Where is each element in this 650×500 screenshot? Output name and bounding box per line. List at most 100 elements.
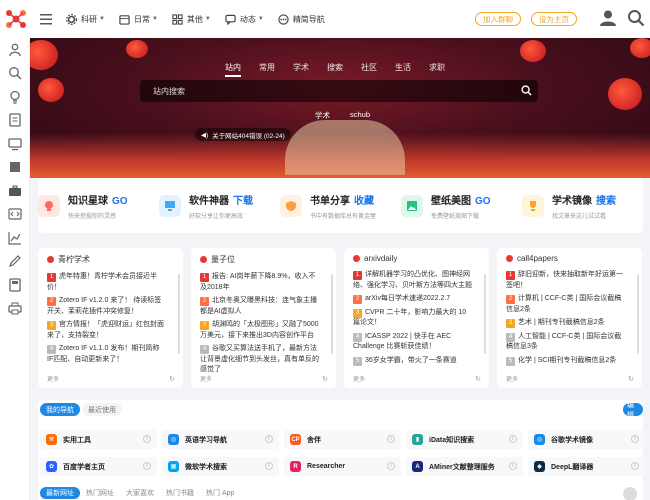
edit-button[interactable]: 编辑 [623, 402, 643, 419]
feature-knowledge[interactable]: 知识星球 GO 快来挖掘你的灵感 [38, 192, 159, 220]
more-link[interactable]: 更多 [353, 374, 365, 383]
info-icon[interactable]: i [509, 435, 517, 443]
tab-site[interactable]: 站内 [225, 62, 241, 77]
nav-item-news[interactable]: 动态 ▼ [225, 14, 264, 25]
tab-latest[interactable]: 最新网址 [40, 487, 80, 499]
link-deepl[interactable]: ◆ DeepL翻译器 i [528, 457, 645, 476]
join-group-button[interactable]: 加入群聊 [475, 12, 521, 26]
list-item[interactable]: 1 详解机器学习的凸优化、图神经网络、强化学习、贝叶斯方法等四大主题 [353, 270, 480, 291]
tab-common[interactable]: 常用 [259, 62, 275, 77]
nav-item-research[interactable]: 科研 ▼ [66, 13, 105, 25]
calculator-icon[interactable] [8, 278, 22, 292]
printer-icon[interactable] [8, 301, 22, 315]
refresh-icon[interactable]: ↻ [628, 375, 634, 383]
back-to-top-icon[interactable] [623, 487, 637, 500]
code-icon[interactable] [8, 207, 22, 221]
list-item[interactable]: 4 人工智能 | CCF-C类 | 国际会议截稿信息3条 [506, 332, 633, 353]
tab-favorites[interactable]: 大家喜欢 [120, 487, 160, 499]
feature-action[interactable]: 下载 [233, 196, 253, 207]
info-icon[interactable]: i [265, 435, 273, 443]
link-tools[interactable]: ⚒ 实用工具 i [40, 430, 157, 449]
link-baidu-scholar[interactable]: ✿ 百度学者主页 i [40, 457, 157, 476]
edit-icon[interactable] [8, 254, 22, 268]
search-icon[interactable] [8, 66, 22, 80]
search-icon[interactable] [521, 85, 532, 96]
list-item[interactable]: 1 虎年特惠！青柠学术会员接近半价！ [47, 272, 174, 293]
more-link[interactable]: 更多 [47, 374, 59, 383]
more-link[interactable]: 更多 [506, 374, 518, 383]
link-english[interactable]: ◎ 英语学习导航 i [162, 430, 279, 449]
list-item[interactable]: 5 36岁女学霸，带火了一条赛道 [353, 356, 480, 367]
list-item[interactable]: 4 Zotero IF v1.1.0 发布！期刊简称 IF匹配、自动更新来了！ [47, 344, 174, 365]
info-icon[interactable]: i [387, 462, 395, 470]
feature-action[interactable]: 收藏 [354, 196, 374, 207]
list-item[interactable]: 2 Zotero IF v1.2.0 来了！ 待读标签开关、茉莉花插件冲突修复！ [47, 296, 174, 317]
link-idata[interactable]: ▮ iData知识搜索 i [406, 430, 523, 449]
scrollbar[interactable] [484, 274, 486, 354]
refresh-icon[interactable]: ↻ [169, 375, 175, 383]
monitor-icon[interactable] [8, 137, 22, 151]
tab-hot-sites[interactable]: 热门网址 [80, 487, 120, 499]
info-icon[interactable]: i [143, 462, 151, 470]
person-icon[interactable] [8, 43, 22, 57]
info-icon[interactable]: i [631, 462, 639, 470]
list-item[interactable]: 3 CVPR 二十年，影响力最大的 10 篇论文！ [353, 308, 480, 329]
feature-action[interactable]: GO [475, 196, 491, 207]
subtag-schub[interactable]: schub [350, 110, 370, 121]
feature-booklist[interactable]: 书单分享 收藏 书中有数据库总有黄金屋 [280, 192, 401, 220]
tab-academic[interactable]: 学术 [293, 62, 309, 77]
search-icon[interactable] [627, 9, 645, 27]
list-item[interactable]: 4 谷歌又买算法送手机了，最新方法让背景虚化细节到头发丝，真有单反的感觉了 [200, 344, 327, 376]
list-item[interactable]: 3 官方情报！「虎迎财运」红包封面来了，支持裂变！ [47, 320, 174, 341]
info-icon[interactable]: i [265, 462, 273, 470]
feature-action[interactable]: 搜索 [596, 196, 616, 207]
link-shebang[interactable]: CP 舍伴 i [284, 430, 401, 449]
tab-community[interactable]: 社区 [361, 62, 377, 77]
tab-my-nav[interactable]: 我的导航 [40, 403, 80, 416]
menu-icon[interactable] [40, 12, 52, 26]
more-link[interactable]: 更多 [200, 374, 212, 383]
list-item[interactable]: 2 北京冬奥又曝黑科技：连气象主播都是AI虚拟人 [200, 296, 327, 317]
tab-jobs[interactable]: 求职 [429, 62, 445, 77]
tab-hot-books[interactable]: 热门书籍 [160, 487, 200, 499]
site-search-input[interactable]: 站内搜索 [140, 80, 538, 102]
feature-action[interactable]: GO [112, 196, 128, 207]
tab-hot-apps[interactable]: 热门 App [200, 487, 240, 499]
scrollbar[interactable] [331, 274, 333, 354]
link-researcher[interactable]: R Researcher i [284, 457, 401, 476]
link-aminer[interactable]: A AMiner文献整理服务 i [406, 457, 523, 476]
feature-wallpaper[interactable]: 壁纸美图 GO 免费壁纸美图下载 [401, 192, 522, 220]
info-icon[interactable]: i [143, 435, 151, 443]
briefcase-icon[interactable] [8, 184, 22, 198]
card-title[interactable]: 量子位 [211, 254, 235, 265]
info-icon[interactable]: i [387, 435, 395, 443]
scrollbar[interactable] [178, 274, 180, 354]
user-icon[interactable] [599, 9, 617, 27]
card-title[interactable]: arxivdaily [364, 254, 397, 263]
chart-icon[interactable] [8, 231, 22, 245]
card-title[interactable]: call4papers [517, 254, 558, 263]
info-icon[interactable]: i [509, 462, 517, 470]
list-item[interactable]: 2 arXiv每日学术速递2022.2.7 [353, 294, 480, 305]
nav-item-daily[interactable]: 日常 ▼ [119, 14, 158, 25]
card-title[interactable]: 青柠学术 [58, 254, 90, 265]
refresh-icon[interactable]: ↻ [322, 375, 328, 383]
set-homepage-button[interactable]: 设为主页 [531, 12, 577, 26]
list-item[interactable]: 5 化学 | SCI期刊专刊截稿信息2条 [506, 356, 633, 367]
link-ms-academic[interactable]: ▦ 微软学术搜索 i [162, 457, 279, 476]
nav-item-compact[interactable]: 精简导航 [278, 13, 325, 25]
lightbulb-icon[interactable] [8, 90, 22, 104]
link-google-scholar[interactable]: ◎ 谷歌学术镜像 i [528, 430, 645, 449]
notice-bar[interactable]: ◀) 关于网站404错误 (02-24) [195, 128, 291, 141]
list-item[interactable]: 4 ICASSP 2022 | 快手在 AEC Challenge 比赛斩获佳绩！ [353, 332, 480, 353]
tab-life[interactable]: 生活 [395, 62, 411, 77]
tab-search[interactable]: 搜索 [327, 62, 343, 77]
subtag-academic[interactable]: 学术 [315, 110, 330, 121]
list-item[interactable]: 2 计算机 | CCF-C类 | 国际会议截稿信息2条 [506, 294, 633, 315]
tab-recent[interactable]: 最近使用 [82, 403, 122, 416]
nav-item-other[interactable]: 其他 ▼ [172, 13, 211, 25]
refresh-icon[interactable]: ↻ [475, 375, 481, 383]
book-icon[interactable] [8, 160, 22, 174]
feature-software[interactable]: 软件神器 下载 好软分享让你更高效 [159, 192, 280, 220]
info-icon[interactable]: i [631, 435, 639, 443]
